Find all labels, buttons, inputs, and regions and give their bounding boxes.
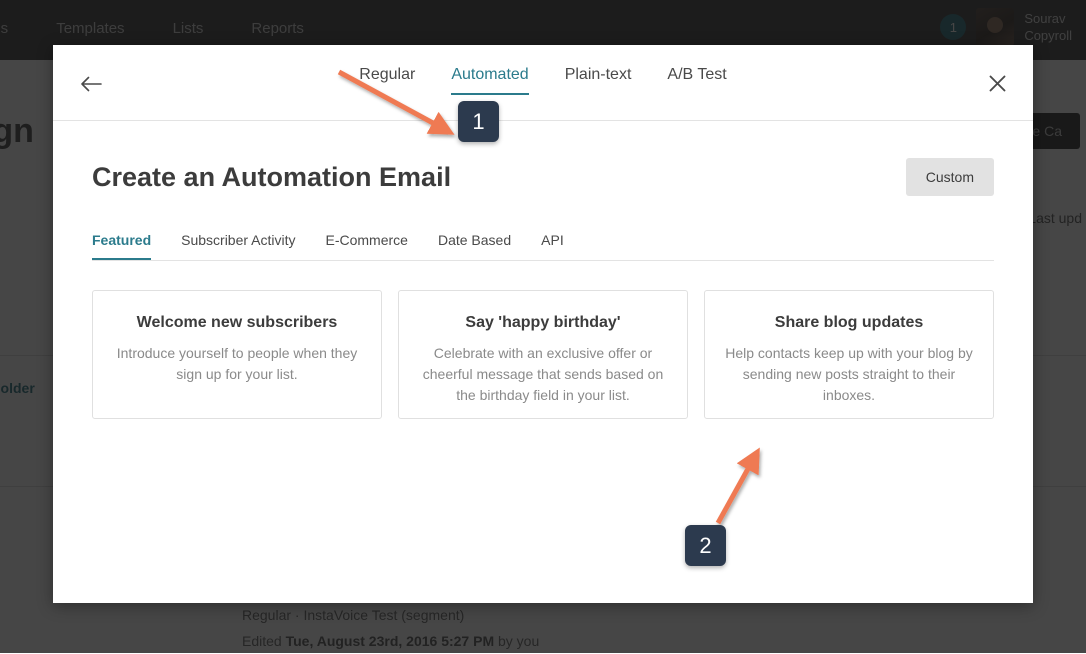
- subtab-e-commerce[interactable]: E-Commerce: [326, 232, 408, 260]
- tab-ab-test[interactable]: A/B Test: [667, 66, 726, 95]
- tab-plain-text[interactable]: Plain-text: [565, 66, 632, 95]
- card-title: Welcome new subscribers: [113, 314, 361, 332]
- heading-row: Create an Automation Email Custom: [92, 158, 994, 196]
- email-type-tabs: Regular Automated Plain-text A/B Test: [53, 45, 1033, 95]
- annotation-badge-2: 2: [685, 525, 726, 566]
- automation-card-share-blog-updates[interactable]: Share blog updates Help contacts keep up…: [704, 290, 994, 419]
- modal-header: Regular Automated Plain-text A/B Test: [53, 45, 1033, 121]
- card-title: Share blog updates: [725, 314, 973, 332]
- card-description: Introduce yourself to people when they s…: [113, 343, 361, 385]
- card-description: Help contacts keep up with your blog by …: [725, 343, 973, 406]
- close-icon[interactable]: [983, 69, 1011, 97]
- tab-automated[interactable]: Automated: [451, 66, 528, 95]
- automation-category-tabs: Featured Subscriber Activity E-Commerce …: [92, 232, 994, 261]
- card-title: Say 'happy birthday': [419, 314, 667, 332]
- automation-card-list: Welcome new subscribers Introduce yourse…: [92, 290, 994, 419]
- page-title: Create an Automation Email: [92, 162, 451, 193]
- create-email-modal: Regular Automated Plain-text A/B Test Cr…: [53, 45, 1033, 603]
- subtab-featured[interactable]: Featured: [92, 232, 151, 260]
- arrow-left-icon[interactable]: [79, 71, 105, 97]
- card-description: Celebrate with an exclusive offer or che…: [419, 343, 667, 406]
- modal-body: Create an Automation Email Custom Featur…: [53, 158, 1033, 419]
- automation-card-say-happy-birthday[interactable]: Say 'happy birthday' Celebrate with an e…: [398, 290, 688, 419]
- custom-button[interactable]: Custom: [906, 158, 994, 196]
- subtab-subscriber-activity[interactable]: Subscriber Activity: [181, 232, 295, 260]
- tab-regular[interactable]: Regular: [359, 66, 415, 95]
- automation-card-welcome-new-subscribers[interactable]: Welcome new subscribers Introduce yourse…: [92, 290, 382, 419]
- subtab-api[interactable]: API: [541, 232, 564, 260]
- annotation-badge-1: 1: [458, 101, 499, 142]
- subtab-date-based[interactable]: Date Based: [438, 232, 511, 260]
